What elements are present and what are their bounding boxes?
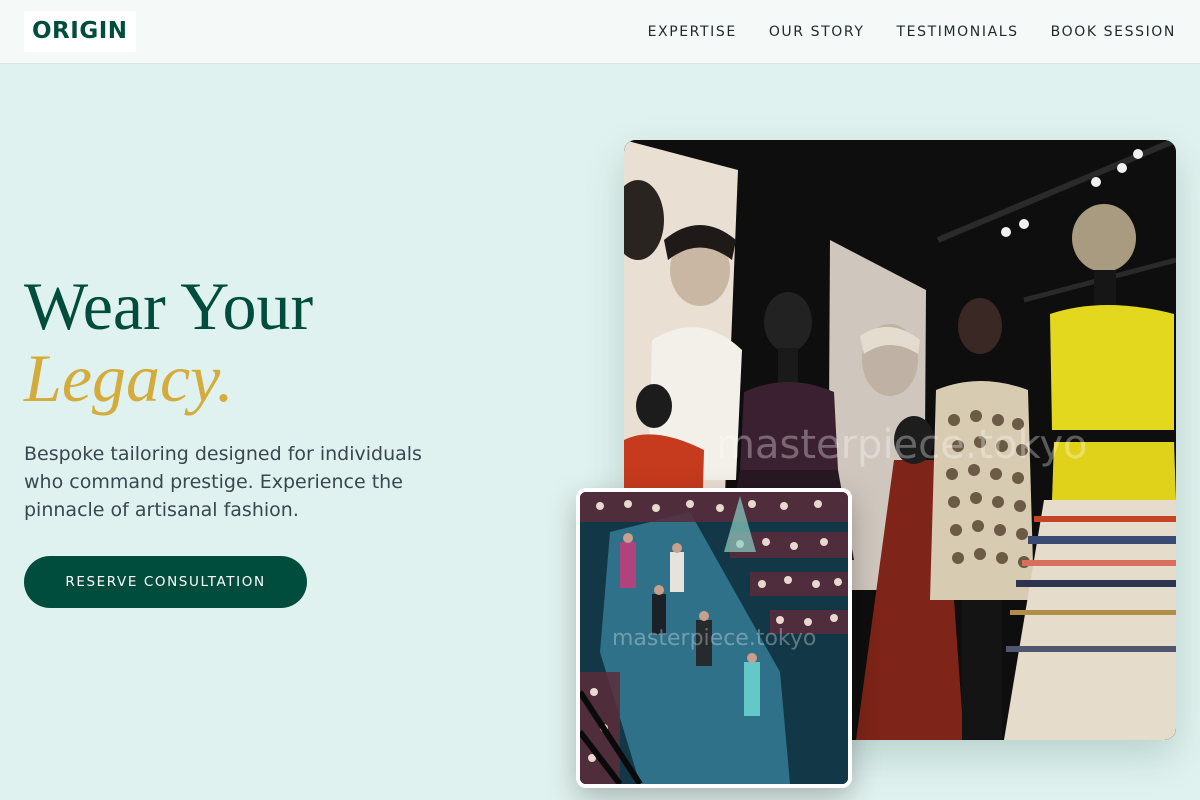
nav-link-testimonials[interactable]: TESTIMONIALS: [897, 24, 1019, 40]
top-navbar: ORIGIN EXPERTISE OUR STORY TESTIMONIALS …: [0, 0, 1200, 64]
main-nav: EXPERTISE OUR STORY TESTIMONIALS BOOK SE…: [648, 24, 1176, 40]
nav-link-our-story[interactable]: OUR STORY: [769, 24, 865, 40]
hero-title: Wear Your Legacy.: [24, 270, 313, 414]
runway-show-image: [580, 492, 848, 784]
brand-logo[interactable]: ORIGIN: [24, 10, 136, 53]
reserve-consultation-button[interactable]: RESERVE CONSULTATION: [24, 556, 307, 608]
hero-title-accent: Legacy.: [24, 340, 234, 416]
nav-link-expertise[interactable]: EXPERTISE: [648, 24, 737, 40]
runway-inset-photo: masterpiece.tokyo: [576, 488, 852, 788]
nav-link-book-session[interactable]: BOOK SESSION: [1051, 24, 1176, 40]
hero-subtitle: Bespoke tailoring designed for individua…: [24, 443, 422, 521]
hero-title-line1: Wear Your: [24, 268, 314, 344]
